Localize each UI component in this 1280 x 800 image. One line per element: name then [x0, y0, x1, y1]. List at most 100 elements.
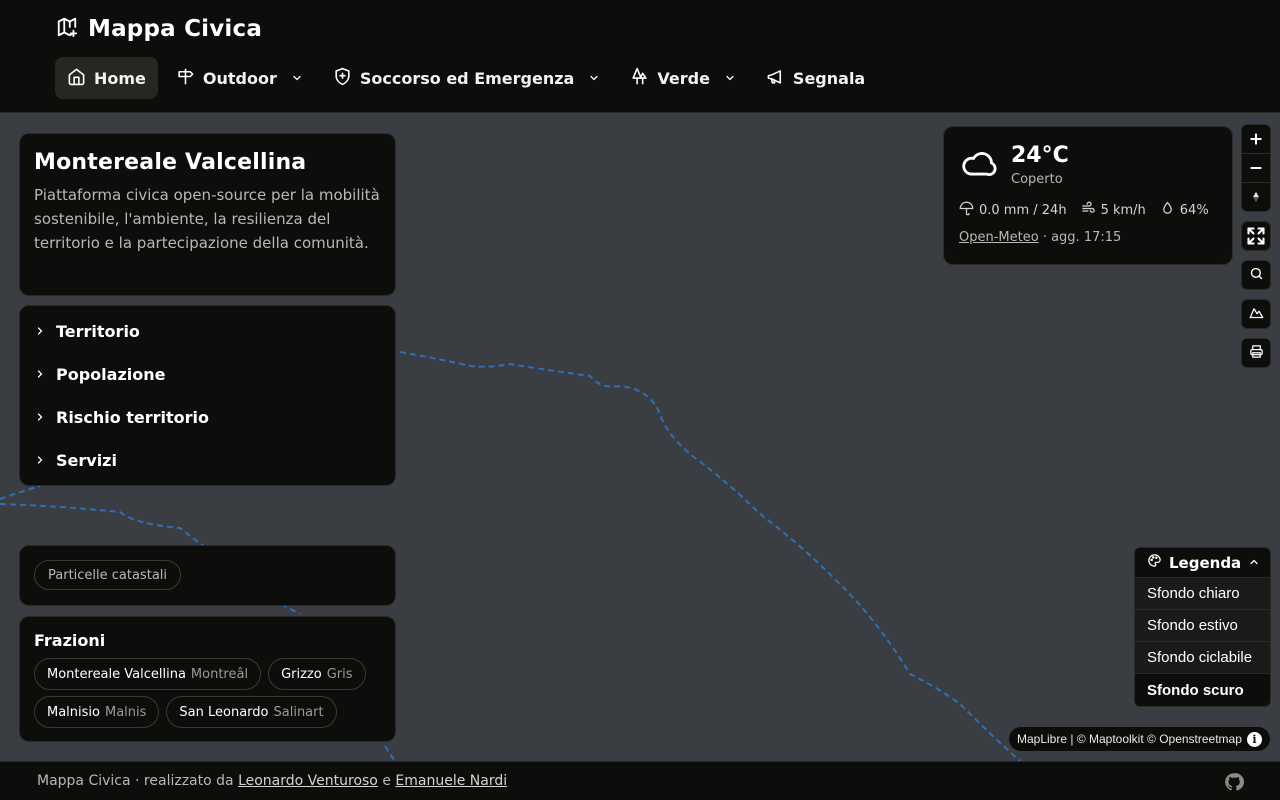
megaphone-icon — [766, 67, 785, 90]
frazione-name: Malnisio — [47, 704, 100, 720]
weather-wind: 5 km/h — [1081, 201, 1146, 220]
basemap-legend: Legenda Sfondo chiaro Sfondo estivo Sfon… — [1134, 547, 1271, 707]
nav-verde[interactable]: Verde — [618, 57, 748, 99]
search-icon — [1249, 266, 1264, 285]
basemap-option-ciclabile[interactable]: Sfondo ciclabile — [1135, 642, 1270, 674]
main-nav: Home Outdoor Soccorso ed Emergenza Verde… — [55, 57, 883, 99]
frazione-chip[interactable]: Grizzo Gris — [268, 658, 366, 690]
frazione-friulian-name: Gris — [326, 666, 353, 682]
frazione-chip[interactable]: San Leonardo Salinart — [166, 696, 337, 728]
weather-widget: 24°C Coperto 0.0 mm / 24h 5 km/h 64% Ope… — [943, 126, 1233, 265]
frazione-friulian-name: Malnis — [104, 704, 147, 720]
attribution-text: MapLibre | © Maptoolkit © Openstreetmap — [1017, 732, 1242, 746]
frazione-name: Montereale Valcellina — [47, 666, 186, 682]
frazioni-panel: Frazioni Montereale Valcellina Montreâl … — [19, 616, 396, 742]
frazione-friulian-name: Salinart — [273, 704, 324, 720]
wind-value: 5 km/h — [1100, 203, 1146, 218]
zoom-controls — [1241, 124, 1271, 212]
palette-icon — [1147, 553, 1162, 572]
accordion-item-rischio[interactable]: Rischio territorio — [34, 396, 381, 439]
weather-source-link[interactable]: Open-Meteo — [959, 230, 1039, 245]
chevron-right-icon — [34, 451, 46, 470]
droplet-icon — [1160, 201, 1175, 220]
author-link-1[interactable]: Leonardo Venturoso — [238, 773, 378, 789]
weather-precipitation: 0.0 mm / 24h — [959, 201, 1067, 220]
print-button[interactable] — [1242, 339, 1270, 367]
intro-description: Piattaforma civica open-source per la mo… — [34, 186, 380, 252]
terrain-control — [1241, 299, 1271, 329]
layer-chip-particelle[interactable]: Particelle catastali — [34, 560, 182, 590]
print-control — [1241, 338, 1271, 368]
basemap-option-chiaro[interactable]: Sfondo chiaro — [1135, 578, 1270, 610]
precipitation-value: 0.0 mm / 24h — [979, 203, 1067, 218]
fullscreen-button[interactable] — [1242, 222, 1270, 250]
fullscreen-control — [1241, 221, 1271, 251]
frazioni-title: Frazioni — [34, 631, 106, 650]
municipality-title: Montereale Valcellina — [34, 150, 307, 175]
search-control — [1241, 260, 1271, 290]
chevron-right-icon — [34, 322, 46, 341]
umbrella-icon — [959, 201, 974, 220]
accordion-label: Territorio — [56, 322, 140, 341]
wind-icon — [1081, 201, 1096, 220]
weather-updated: · agg. 17:15 — [1042, 230, 1122, 245]
weather-humidity: 64% — [1160, 201, 1209, 220]
nav-soccorso-label: Soccorso ed Emergenza — [359, 68, 575, 88]
nav-home[interactable]: Home — [55, 57, 158, 99]
accordion-item-territorio[interactable]: Territorio — [34, 310, 381, 353]
nav-segnala[interactable]: Segnala — [754, 57, 877, 99]
frazione-chip[interactable]: Malnisio Malnis — [34, 696, 160, 728]
frazione-friulian-name: Montreâl — [190, 666, 249, 682]
info-accordion: Territorio Popolazione Rischio territori… — [19, 305, 396, 486]
intro-panel: Montereale Valcellina Piattaforma civica… — [19, 133, 396, 296]
search-button[interactable] — [1242, 261, 1270, 289]
accordion-item-servizi[interactable]: Servizi — [34, 439, 381, 482]
nav-verde-label: Verde — [657, 68, 710, 88]
shield-plus-icon — [333, 67, 352, 90]
nav-soccorso[interactable]: Soccorso ed Emergenza — [321, 57, 612, 99]
frazione-name: San Leonardo — [179, 704, 269, 720]
frazione-chip[interactable]: Montereale Valcellina Montreâl — [34, 658, 262, 690]
basemap-option-scuro[interactable]: Sfondo scuro — [1135, 674, 1270, 706]
cloud-icon — [959, 144, 997, 186]
nav-segnala-label: Segnala — [792, 68, 866, 88]
chevron-right-icon — [34, 408, 46, 427]
accordion-label: Rischio territorio — [56, 408, 210, 427]
mountain-icon — [1249, 305, 1264, 324]
chevron-down-icon — [291, 69, 303, 88]
chevron-right-icon — [34, 365, 46, 384]
github-icon[interactable] — [1224, 772, 1244, 796]
home-icon — [67, 67, 86, 90]
terrain-button[interactable] — [1242, 300, 1270, 328]
basemap-option-estivo[interactable]: Sfondo estivo — [1135, 610, 1270, 642]
map-attribution: MapLibre | © Maptoolkit © Openstreetmap … — [1009, 727, 1270, 751]
footer-conj: e — [382, 773, 391, 789]
legend-header[interactable]: Legenda — [1135, 548, 1270, 578]
author-link-2[interactable]: Emanuele Nardi — [395, 773, 507, 789]
humidity-value: 64% — [1179, 203, 1209, 218]
weather-temperature: 24°C — [1011, 143, 1069, 168]
signpost-icon — [176, 67, 195, 90]
compass-button[interactable] — [1242, 183, 1270, 211]
chevron-down-icon — [588, 69, 600, 88]
printer-icon — [1249, 344, 1264, 363]
footer-prefix: Mappa Civica · realizzato da — [37, 773, 234, 789]
nav-home-label: Home — [94, 68, 146, 88]
trees-icon — [630, 67, 649, 90]
accordion-item-popolazione[interactable]: Popolazione — [34, 353, 381, 396]
accordion-label: Servizi — [56, 451, 117, 470]
info-icon[interactable]: i — [1247, 731, 1262, 747]
app-title: Mappa Civica — [88, 16, 263, 42]
zoom-in-button[interactable] — [1242, 125, 1270, 153]
brand[interactable]: Mappa Civica — [56, 16, 262, 42]
zoom-out-button[interactable] — [1242, 154, 1270, 182]
top-header: Mappa Civica Home Outdoor Soccorso ed Em… — [0, 0, 1280, 113]
nav-outdoor-label: Outdoor — [202, 68, 277, 88]
chevron-up-icon — [1248, 554, 1260, 572]
nav-outdoor[interactable]: Outdoor — [164, 57, 315, 99]
page-footer: Mappa Civica · realizzato da Leonardo Ve… — [0, 761, 1280, 800]
layers-panel: Particelle catastali — [19, 545, 396, 606]
accordion-label: Popolazione — [56, 365, 166, 384]
weather-condition: Coperto — [1011, 172, 1063, 187]
frazione-name: Grizzo — [281, 666, 322, 682]
